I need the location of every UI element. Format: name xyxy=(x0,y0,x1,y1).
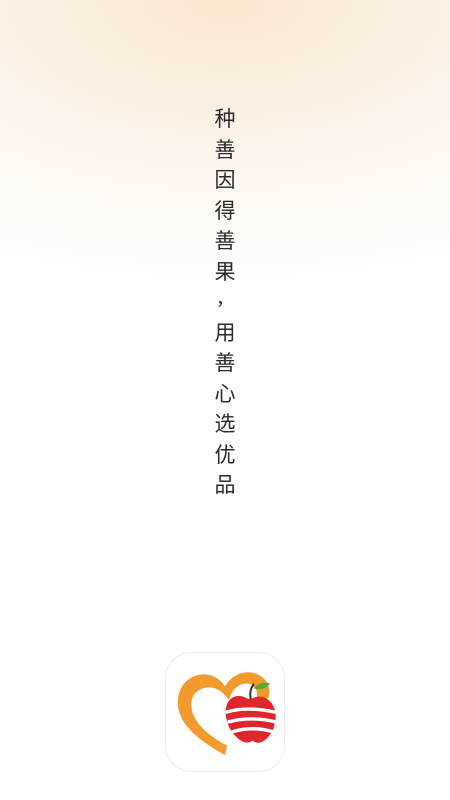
slogan-char: 得 xyxy=(214,198,236,223)
slogan-comma: ， xyxy=(216,289,234,310)
slogan-char: 因 xyxy=(214,168,236,192)
app-logo xyxy=(165,652,285,772)
slogan-char: 善 xyxy=(214,137,236,162)
slogan-char: 选 xyxy=(214,412,236,436)
slogan-char: 善 xyxy=(214,351,236,375)
slogan-char: 果 xyxy=(214,259,236,284)
slogan-char: 品 xyxy=(214,473,236,497)
slogan-vertical-text: 种 善 因 得 善 果 ， 用 善 心 选 优 品 xyxy=(207,104,243,501)
apple-stem xyxy=(249,683,255,700)
slogan-char: 种 xyxy=(214,107,236,131)
slogan-char: 心 xyxy=(214,381,236,406)
slogan-char: 优 xyxy=(214,442,236,467)
slogan-char: 用 xyxy=(214,320,236,345)
heart-apple-logo-icon xyxy=(177,672,277,756)
splash-screen: 种 善 因 得 善 果 ， 用 善 心 选 优 品 xyxy=(0,0,450,800)
slogan-char: 善 xyxy=(214,229,236,253)
